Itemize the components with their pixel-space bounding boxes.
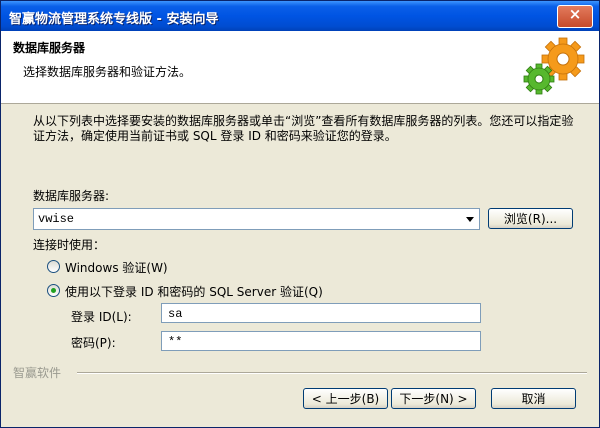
close-button[interactable]: ×: [557, 5, 593, 28]
server-value: vwise: [38, 212, 75, 226]
back-button[interactable]: < 上一步(B): [303, 388, 388, 409]
sql-auth-label[interactable]: 使用以下登录 ID 和密码的 SQL Server 验证(Q): [65, 283, 323, 300]
installer-window: 智赢物流管理系统专线版 - 安装向导 × 数据库服务器 选择数据库服务器和验证方…: [0, 0, 600, 428]
close-icon: ×: [568, 5, 582, 23]
login-id-input[interactable]: sa: [161, 303, 481, 323]
login-id-value: sa: [168, 307, 183, 321]
cancel-button[interactable]: 取消: [491, 388, 576, 409]
instructions-text: 从以下列表中选择要安装的数据库服务器或单击“浏览”查看所有数据库服务器的列表。您…: [33, 114, 574, 143]
password-label: 密码(P):: [71, 336, 116, 350]
wizard-header: 数据库服务器 选择数据库服务器和验证方法。: [1, 31, 599, 104]
password-value: **: [168, 335, 183, 349]
windows-auth-label[interactable]: Windows 验证(W): [65, 259, 168, 276]
server-label: 数据库服务器:: [33, 189, 110, 203]
server-combobox[interactable]: vwise: [33, 208, 480, 230]
windows-auth-radio[interactable]: [47, 260, 60, 273]
browse-button[interactable]: 浏览(R)...: [488, 208, 573, 229]
chevron-down-icon[interactable]: [464, 212, 476, 226]
brand-label: 智赢软件: [13, 366, 62, 380]
page-subtitle: 选择数据库服务器和验证方法。: [23, 65, 192, 79]
gears-icon: [523, 37, 585, 95]
connect-label: 连接时使用：: [33, 238, 106, 252]
footer-divider: [77, 372, 587, 374]
page-title: 数据库服务器: [13, 41, 86, 55]
window-title: 智赢物流管理系统专线版 - 安装向导: [9, 12, 219, 27]
password-input[interactable]: **: [161, 331, 481, 351]
login-id-label: 登录 ID(L):: [71, 310, 132, 324]
next-button[interactable]: 下一步(N) >: [391, 388, 476, 409]
title-bar[interactable]: 智赢物流管理系统专线版 - 安装向导 ×: [1, 1, 599, 31]
sql-auth-radio[interactable]: [47, 284, 60, 297]
